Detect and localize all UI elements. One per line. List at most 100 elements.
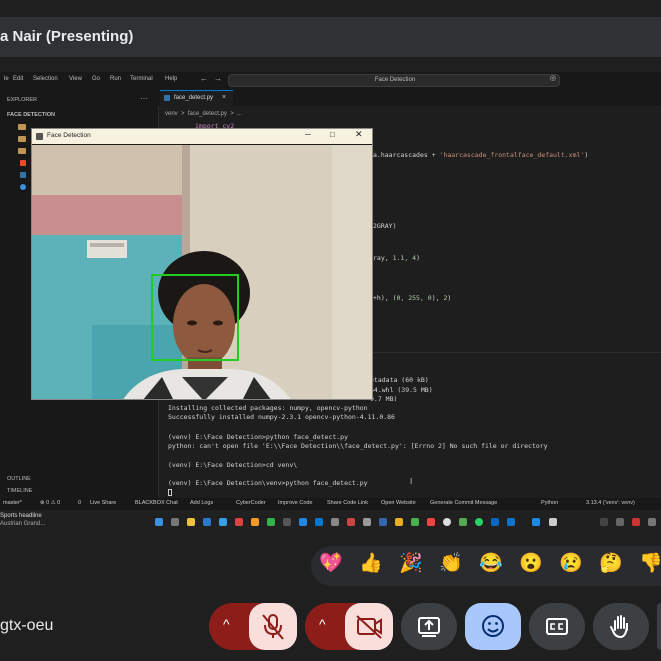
mic-off-icon [262, 614, 284, 640]
app-icon[interactable] [443, 518, 451, 526]
add-logs-status[interactable]: Add Logs [190, 500, 213, 506]
face-detection-title: Face Detection [47, 132, 91, 139]
copilot-icon[interactable]: ◎ [550, 74, 556, 82]
minimize-icon[interactable]: ─ [305, 130, 311, 139]
reaction-clap[interactable]: 👏 [439, 552, 463, 576]
smiley-icon [482, 615, 504, 637]
menu-edit[interactable]: Edit [13, 76, 23, 82]
blackbox-status[interactable]: BLACKBOX Chat [135, 500, 178, 506]
problems-status[interactable]: ⊗ 0 ⚠ 0 [40, 500, 60, 506]
tray-icon[interactable] [616, 518, 624, 526]
chevron-up-icon[interactable]: ^ [223, 616, 230, 632]
interpreter-status[interactable]: 3.13.4 ('venv': venv) [586, 500, 635, 506]
maximize-icon[interactable]: □ [330, 130, 335, 139]
app-icon[interactable] [491, 518, 499, 526]
language-status[interactable]: Python [541, 500, 558, 506]
store-icon[interactable] [219, 518, 227, 526]
file-tree[interactable] [8, 122, 28, 202]
terminal-line: python: can't open file 'E:\\Face Detect… [168, 442, 548, 450]
app-icon[interactable] [235, 518, 243, 526]
reaction-laugh[interactable]: 😂 [479, 552, 503, 576]
tray-icon[interactable] [648, 518, 656, 526]
chevron-up-icon[interactable]: ^ [319, 616, 326, 632]
vscode-taskbar-icon[interactable] [315, 518, 323, 526]
reaction-sad[interactable]: 😢 [559, 552, 583, 576]
menu-selection[interactable]: Selection [33, 76, 58, 82]
website-status[interactable]: Open Website [381, 500, 416, 506]
tab-face-detect[interactable]: face_detect.py × [160, 90, 233, 106]
chrome-icon[interactable] [267, 518, 275, 526]
code-line-detect: ray, 1.1, 4) [373, 254, 420, 262]
captions-icon [546, 618, 568, 635]
close-icon[interactable]: ✕ [355, 129, 363, 140]
reaction-surprised[interactable]: 😮 [519, 552, 543, 576]
reaction-heart[interactable]: 💖 [319, 552, 343, 576]
app-icon[interactable] [549, 518, 557, 526]
more-icon[interactable]: ··· [140, 94, 148, 103]
tab-bar [158, 90, 661, 106]
raise-hand-button[interactable] [593, 603, 649, 650]
back-arrow-icon[interactable]: ← [200, 74, 208, 83]
start-icon[interactable] [155, 518, 163, 526]
commit-status[interactable]: Generate Commit Message [430, 500, 497, 506]
forward-arrow-icon[interactable]: → [214, 74, 222, 83]
app-icon[interactable] [331, 518, 339, 526]
webcam-frame [32, 145, 372, 399]
edge-icon[interactable] [203, 518, 211, 526]
outline-label[interactable]: OUTLINE [7, 476, 31, 482]
news-widget-subtitle[interactable]: Austrian Grand... [0, 521, 45, 527]
app-icon[interactable] [251, 518, 259, 526]
app-icon[interactable] [299, 518, 307, 526]
menu-help[interactable]: Help [165, 76, 177, 82]
folder-label[interactable]: FACE DETECTION [7, 112, 55, 118]
breadcrumb[interactable]: venv > face_detect.py > ... [165, 111, 242, 117]
live-share-status[interactable]: Live Share [90, 500, 116, 506]
improve-status[interactable]: Improve Code [278, 500, 313, 506]
mic-toggle-button[interactable] [249, 603, 297, 650]
terminal-line: 9.7 MB) [370, 395, 398, 403]
more-options-button[interactable] [657, 603, 661, 650]
explorer-icon[interactable] [187, 518, 195, 526]
present-button[interactable] [401, 603, 457, 650]
reaction-thumbs-down[interactable]: 👎 [639, 552, 661, 576]
share-status[interactable]: Share Code Link [327, 500, 368, 506]
app-icon[interactable] [411, 518, 419, 526]
terminal-line: (venv) E:\Face Detection\venv>python fac… [168, 479, 368, 487]
search-icon[interactable] [171, 518, 179, 526]
app-icon[interactable] [347, 518, 355, 526]
ports-status[interactable]: 0 [78, 500, 81, 506]
app-icon[interactable] [427, 518, 435, 526]
app-icon[interactable] [395, 518, 403, 526]
app-icon[interactable] [379, 518, 387, 526]
whatsapp-icon[interactable] [475, 518, 483, 526]
branch-status[interactable]: master* [3, 500, 22, 506]
timeline-label[interactable]: TIMELINE [7, 488, 32, 494]
app-icon[interactable] [459, 518, 467, 526]
reaction-party[interactable]: 🎉 [399, 552, 423, 576]
reactions-button[interactable] [465, 603, 521, 650]
face-detection-titlebar[interactable]: Face Detection ─ □ ✕ [32, 129, 372, 144]
tray-icon[interactable] [600, 518, 608, 526]
news-widget-title[interactable]: Sports headline [0, 513, 42, 519]
captions-button[interactable] [529, 603, 585, 650]
camera-toggle-button[interactable] [345, 603, 393, 650]
python-file-icon [164, 95, 170, 101]
face-detection-window[interactable]: Face Detection ─ □ ✕ [31, 128, 373, 400]
menu-go[interactable]: Go [92, 76, 100, 82]
menu-view[interactable]: View [69, 76, 82, 82]
cybercoder-status[interactable]: CyberCoder [236, 500, 266, 506]
tray-icon[interactable] [632, 518, 640, 526]
close-tab-icon[interactable]: × [222, 94, 226, 101]
menu-terminal[interactable]: Terminal [130, 76, 153, 82]
app-icon[interactable] [283, 518, 291, 526]
menu-file[interactable]: le [4, 76, 9, 82]
code-line-gray: 2GRAY) [373, 222, 397, 230]
terminal-line: (venv) E:\Face Detection>python face_det… [168, 433, 349, 441]
command-center[interactable]: Face Detection [228, 74, 560, 87]
app-icon[interactable] [507, 518, 515, 526]
reaction-thumbs-up[interactable]: 👍 [359, 552, 383, 576]
app-icon[interactable] [532, 518, 540, 526]
reaction-thinking[interactable]: 🤔 [599, 552, 623, 576]
menu-run[interactable]: Run [110, 76, 121, 82]
app-icon[interactable] [363, 518, 371, 526]
